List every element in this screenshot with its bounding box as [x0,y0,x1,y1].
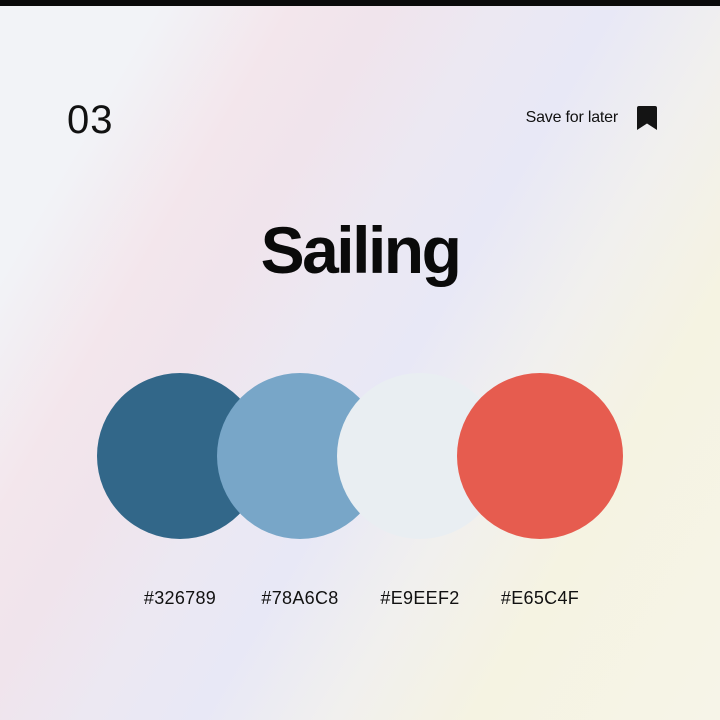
page-number: 03 [67,98,114,142]
palette-title: Sailing [260,213,462,287]
hex-code-1: #326789 [143,588,217,608]
bookmark-icon[interactable] [636,105,658,131]
hex-code-2: #78A6C8 [261,588,339,608]
color-swatch-4 [457,373,623,539]
hex-code-4: #E65C4F [500,588,580,608]
save-for-later-label: Save for later [525,109,619,126]
save-for-later-button[interactable]: Save for later [526,103,658,133]
hex-code-3: #E9EEF2 [380,588,460,608]
